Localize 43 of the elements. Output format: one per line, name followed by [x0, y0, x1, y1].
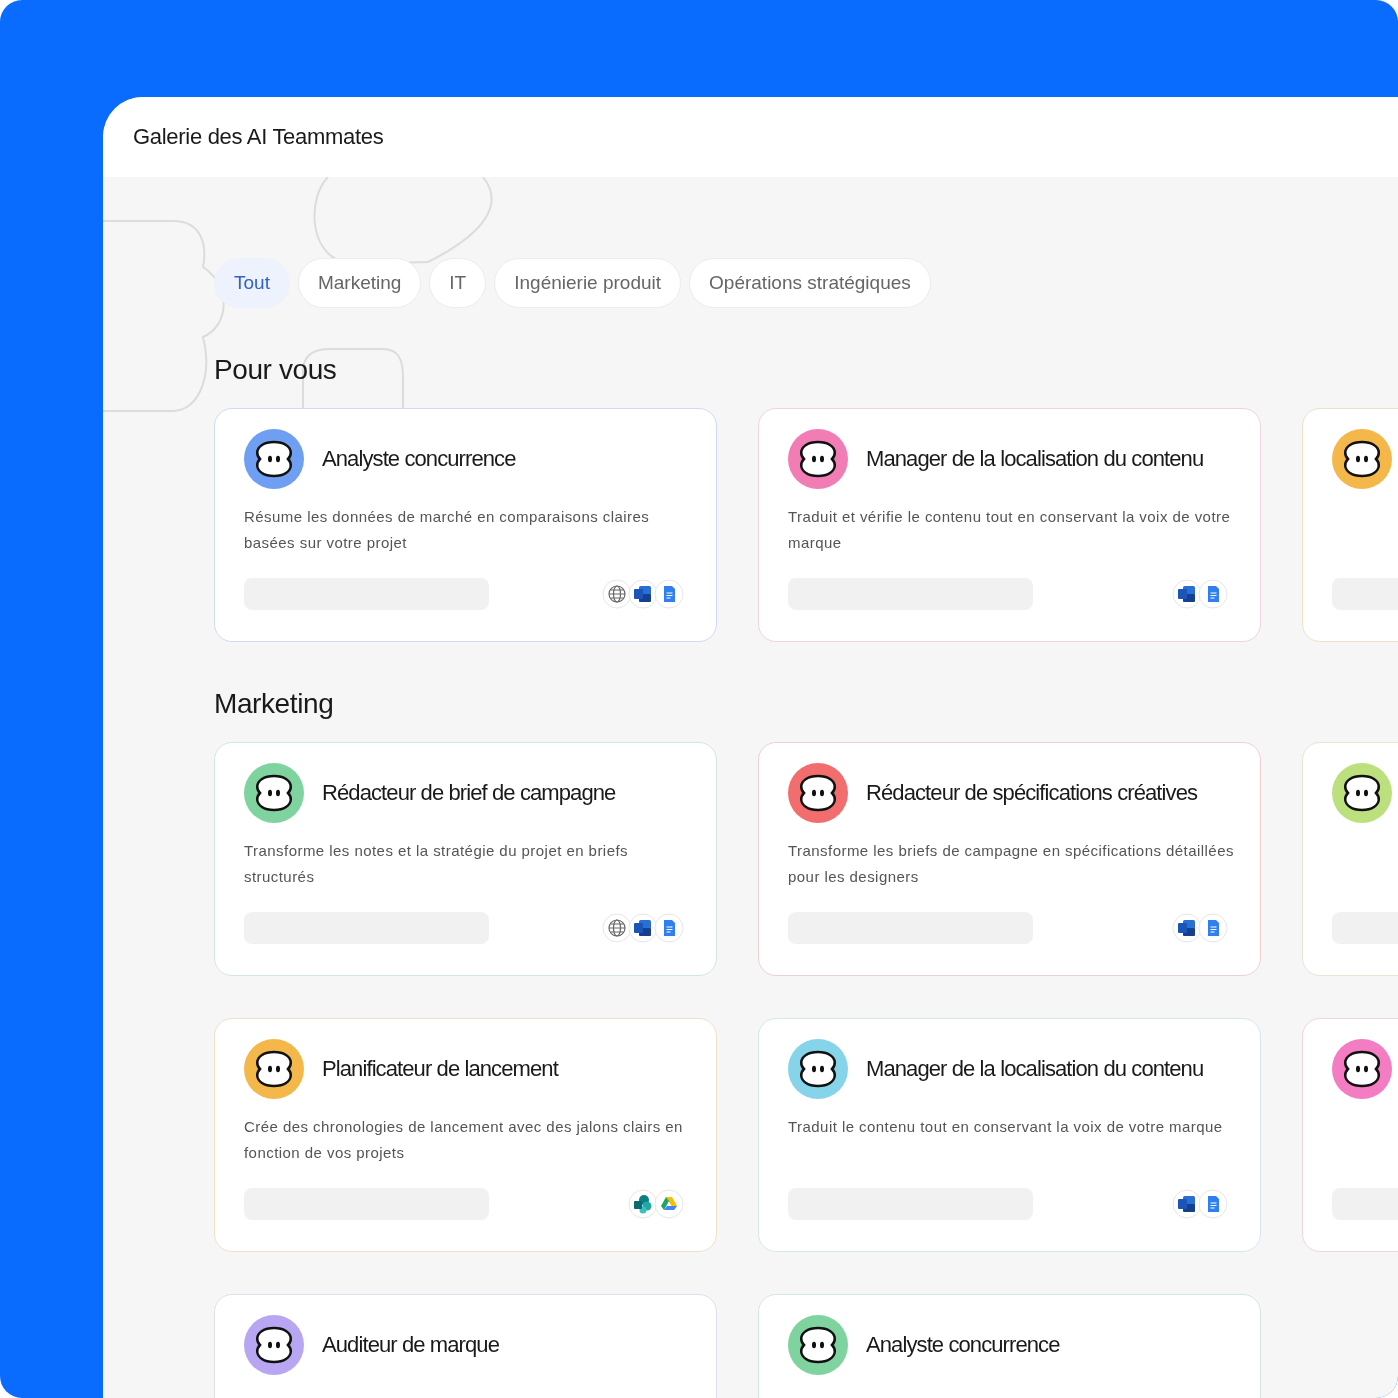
- teammate-card[interactable]: Auditeur de marque: [214, 1294, 717, 1398]
- category-tab[interactable]: IT: [429, 258, 487, 308]
- card-description: Traduit le contenu tout en conservant la voix de votre marque: [788, 1117, 1224, 1137]
- card-title: Auditeur de marque: [322, 1332, 500, 1358]
- document-icon: [654, 913, 684, 943]
- category-tab[interactable]: Ingénierie produit: [494, 258, 682, 308]
- teammate-card[interactable]: Rédacteur de spécifications créatives Transforme les briefs de campagne en spécifications détaillées pour les designers: [758, 742, 1261, 976]
- card-title: Rédacteur de spécifications créatives: [866, 780, 1198, 806]
- card-title: Analyste concurrence: [866, 1332, 1060, 1358]
- document-icon: [1198, 579, 1228, 609]
- document-stack-icon: [628, 913, 658, 943]
- teammate-card[interactable]: Manager de la localisation du contenu Traduit le contenu tout en conservant la voix de votre marque: [758, 1018, 1261, 1252]
- window-title: Galerie des AI Teammates: [133, 124, 384, 150]
- document-stack-icon: [1172, 1189, 1202, 1219]
- document-stack-icon: [1172, 579, 1202, 609]
- card-title: Rédacteur de brief de campagne: [322, 780, 616, 806]
- document-icon: [654, 579, 684, 609]
- document-icon: [1198, 1189, 1228, 1219]
- card-title: Analyste concurrence: [322, 446, 516, 472]
- section-title: Marketing: [214, 687, 335, 721]
- card-description: Transforme les briefs de campagne en spécifications détaillées pour les designers: [788, 841, 1235, 887]
- card-title: Manager de la localisation du contenu: [866, 1056, 1204, 1082]
- teammate-card[interactable]: Manager de la localisation du contenu Traduit et vérifie le contenu tout en conservant la voix de votre marque: [758, 408, 1261, 642]
- category-tab[interactable]: Tout: [214, 258, 290, 308]
- teammate-card[interactable]: Analyste concurrence: [758, 1294, 1261, 1398]
- document-stack-icon: [628, 579, 658, 609]
- card-description: Résume les données de marché en comparaisons claires basées sur votre projet: [244, 507, 651, 553]
- teammate-card[interactable]: Analyste concurrence Résume les données de marché en comparaisons claires basées sur votre projet: [214, 408, 717, 642]
- teammate-card[interactable]: Rédacteur de brief de campagne Transforme les notes et la stratégie du projet en briefs structurés: [214, 742, 717, 976]
- section-title: Pour vous: [214, 353, 338, 387]
- card-description: Crée des chronologies de lancement avec des jalons clairs en fonction de vos projets: [244, 1117, 684, 1163]
- document-icon: [1198, 913, 1228, 943]
- category-tab[interactable]: Opérations stratégiques: [689, 258, 931, 308]
- card-title: Manager de la localisation du contenu: [866, 446, 1204, 472]
- category-tab[interactable]: Marketing: [297, 258, 422, 308]
- document-stack-icon: [1172, 913, 1202, 943]
- overlapping-circles-icon: [628, 1189, 658, 1219]
- globe-icon: [602, 579, 632, 609]
- card-title: Planificateur de lancement: [322, 1056, 558, 1082]
- globe-icon: [602, 913, 632, 943]
- teammate-card[interactable]: Planificateur de lancement Crée des chronologies de lancement avec des jalons clairs en fonction de vos projets: [214, 1018, 717, 1252]
- card-description: Traduit et vérifie le contenu tout en conservant la voix de votre marque: [788, 507, 1232, 553]
- card-description: Transforme les notes et la stratégie du projet en briefs structurés: [244, 841, 629, 887]
